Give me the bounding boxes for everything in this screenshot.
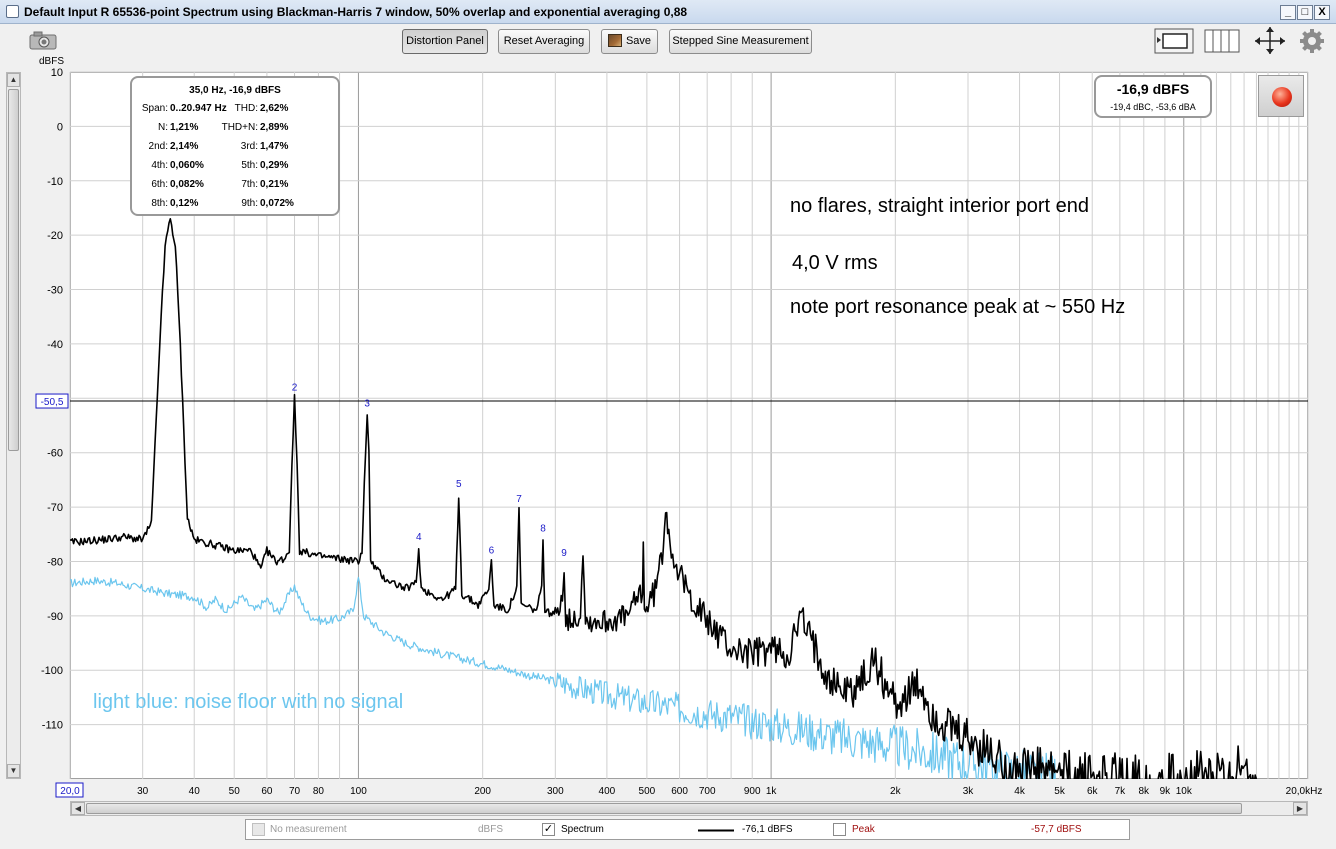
peak-value: -57,7 dBFS [1031, 824, 1082, 835]
x-tick-label: 9k [1160, 786, 1172, 797]
x-tick-label: 50 [229, 786, 241, 797]
spectrum-value: -76,1 dBFS [742, 824, 793, 835]
x-tick-label: 500 [639, 786, 656, 797]
distortion-readout-box: 35,0 Hz, -16,9 dBFS Span: 0..20.947 Hz THD… [130, 76, 340, 216]
harmonic-marker-label: 8 [540, 524, 546, 535]
harmonic-marker-label: 9 [561, 548, 567, 559]
spectrum-label: Spectrum [561, 824, 604, 835]
scroll-right-arrow-icon[interactable]: ▶ [1293, 802, 1307, 815]
annotation-noise-floor: light blue: noise floor with no signal [93, 691, 404, 713]
scroll-left-arrow-icon[interactable]: ◀ [71, 802, 85, 815]
annotation-line-3: note port resonance peak at ~ 550 Hz [790, 296, 1126, 318]
y-tick-label: -10 [47, 176, 63, 188]
x-tick-label: 600 [671, 786, 688, 797]
y-tick-label: 0 [57, 121, 63, 133]
readout-label: 7th: [241, 179, 258, 190]
harmonic-marker-label: 6 [489, 545, 495, 556]
y-tick-label: -60 [47, 448, 63, 460]
readout-label: Span: [141, 103, 168, 114]
readout-value: 0,082% [170, 179, 204, 190]
readout-label: 8th: [151, 198, 168, 209]
x-tick-label: 1k [766, 786, 778, 797]
readout-label: THD+N: [221, 122, 258, 133]
x-tick-label: 200 [474, 786, 491, 797]
readout-value: 1,21% [170, 122, 199, 133]
x-tick-label: 700 [699, 786, 716, 797]
record-led-icon [1272, 87, 1292, 107]
readout-value: 0,072% [260, 198, 294, 209]
readout-value: 0,29% [260, 160, 289, 171]
x-tick-label: 400 [599, 786, 616, 797]
readout-value: 0,060% [170, 160, 204, 171]
readout-label: 3rd: [240, 141, 258, 152]
x-tick-label: 100 [350, 786, 367, 797]
x-tick-label: 900 [744, 786, 761, 797]
readout-label: 4th: [151, 160, 168, 171]
y-tick-label: -70 [47, 502, 63, 514]
harmonic-marker-label: 2 [292, 382, 298, 393]
x-tick-label: 300 [547, 786, 564, 797]
x-tick-label: 20,0kHz [1286, 786, 1323, 797]
x-tick-label: 6k [1087, 786, 1099, 797]
y-tick-label: 10 [51, 67, 63, 79]
y-tick-label: -80 [47, 556, 63, 568]
legend-bar: No measurement dBFS ✓ Spectrum -76,1 dBF… [245, 819, 1130, 840]
x-tick-label: 8k [1139, 786, 1151, 797]
peak-checkbox[interactable] [833, 823, 846, 836]
record-button[interactable] [1258, 75, 1304, 117]
harmonic-marker-label: 5 [456, 479, 462, 490]
x-tick-label: 5k [1054, 786, 1066, 797]
no-measurement-unit: dBFS [478, 824, 504, 835]
x-tick-label: 80 [313, 786, 325, 797]
y-tick-label: -90 [47, 611, 63, 623]
y-tick-label: -100 [41, 665, 63, 677]
level-main: -16,9 dBFS [1116, 81, 1190, 97]
x-tick-label: 4k [1014, 786, 1026, 797]
readout-value: 2,14% [170, 141, 199, 152]
harmonic-marker-label: 4 [416, 532, 422, 543]
annotation-line-1: no flares, straight interior port end [790, 195, 1090, 217]
spectrum-checkbox[interactable]: ✓ [542, 823, 555, 836]
y-tick-label: -110 [42, 720, 63, 732]
horizontal-scroll-thumb[interactable] [86, 803, 1242, 814]
y-tick-label: -40 [47, 339, 63, 351]
readout-label: 9th: [241, 198, 258, 209]
x-tick-label: 10k [1176, 786, 1193, 797]
spectrum-swatch [698, 829, 734, 832]
x-tick-label: 40 [189, 786, 201, 797]
readout-label: THD: [234, 103, 258, 114]
readout-header: 35,0 Hz, -16,9 dBFS [189, 85, 281, 96]
cursor-label: -50,5 [41, 397, 64, 408]
x-tick-label: 7k [1115, 786, 1127, 797]
readout-label: N: [158, 122, 168, 133]
annotation-line-2: 4,0 V rms [792, 252, 878, 274]
readout-label: 6th: [151, 179, 168, 190]
readout-value: 0,12% [170, 198, 199, 209]
readout-label: 2nd: [148, 141, 168, 152]
x-tick-label: 20,0 [60, 786, 80, 797]
harmonic-marker-label: 3 [364, 399, 370, 410]
harmonic-marker-label: 7 [516, 494, 522, 505]
x-tick-label: 60 [261, 786, 273, 797]
x-tick-label: 3k [963, 786, 975, 797]
peak-label: Peak [852, 824, 875, 835]
readout-value: 2,62% [260, 103, 289, 114]
horizontal-scrollbar[interactable]: ◀ ▶ [70, 801, 1308, 816]
y-tick-label: -30 [47, 285, 63, 297]
y-tick-label: -20 [47, 230, 63, 242]
level-weighted: -19,4 dBC, -53,6 dBA [1110, 102, 1196, 112]
readout-value: 1,47% [260, 141, 289, 152]
readout-value: 2,89% [260, 122, 289, 133]
x-tick-label: 2k [890, 786, 902, 797]
x-tick-label: 30 [137, 786, 149, 797]
no-measurement-checkbox[interactable] [252, 823, 265, 836]
level-meter: -16,9 dBFS -19,4 dBC, -53,6 dBA [1094, 75, 1212, 118]
x-tick-label: 70 [289, 786, 301, 797]
readout-label: 5th: [241, 160, 258, 171]
no-measurement-label: No measurement [270, 824, 347, 835]
readout-value: 0,21% [260, 179, 289, 190]
